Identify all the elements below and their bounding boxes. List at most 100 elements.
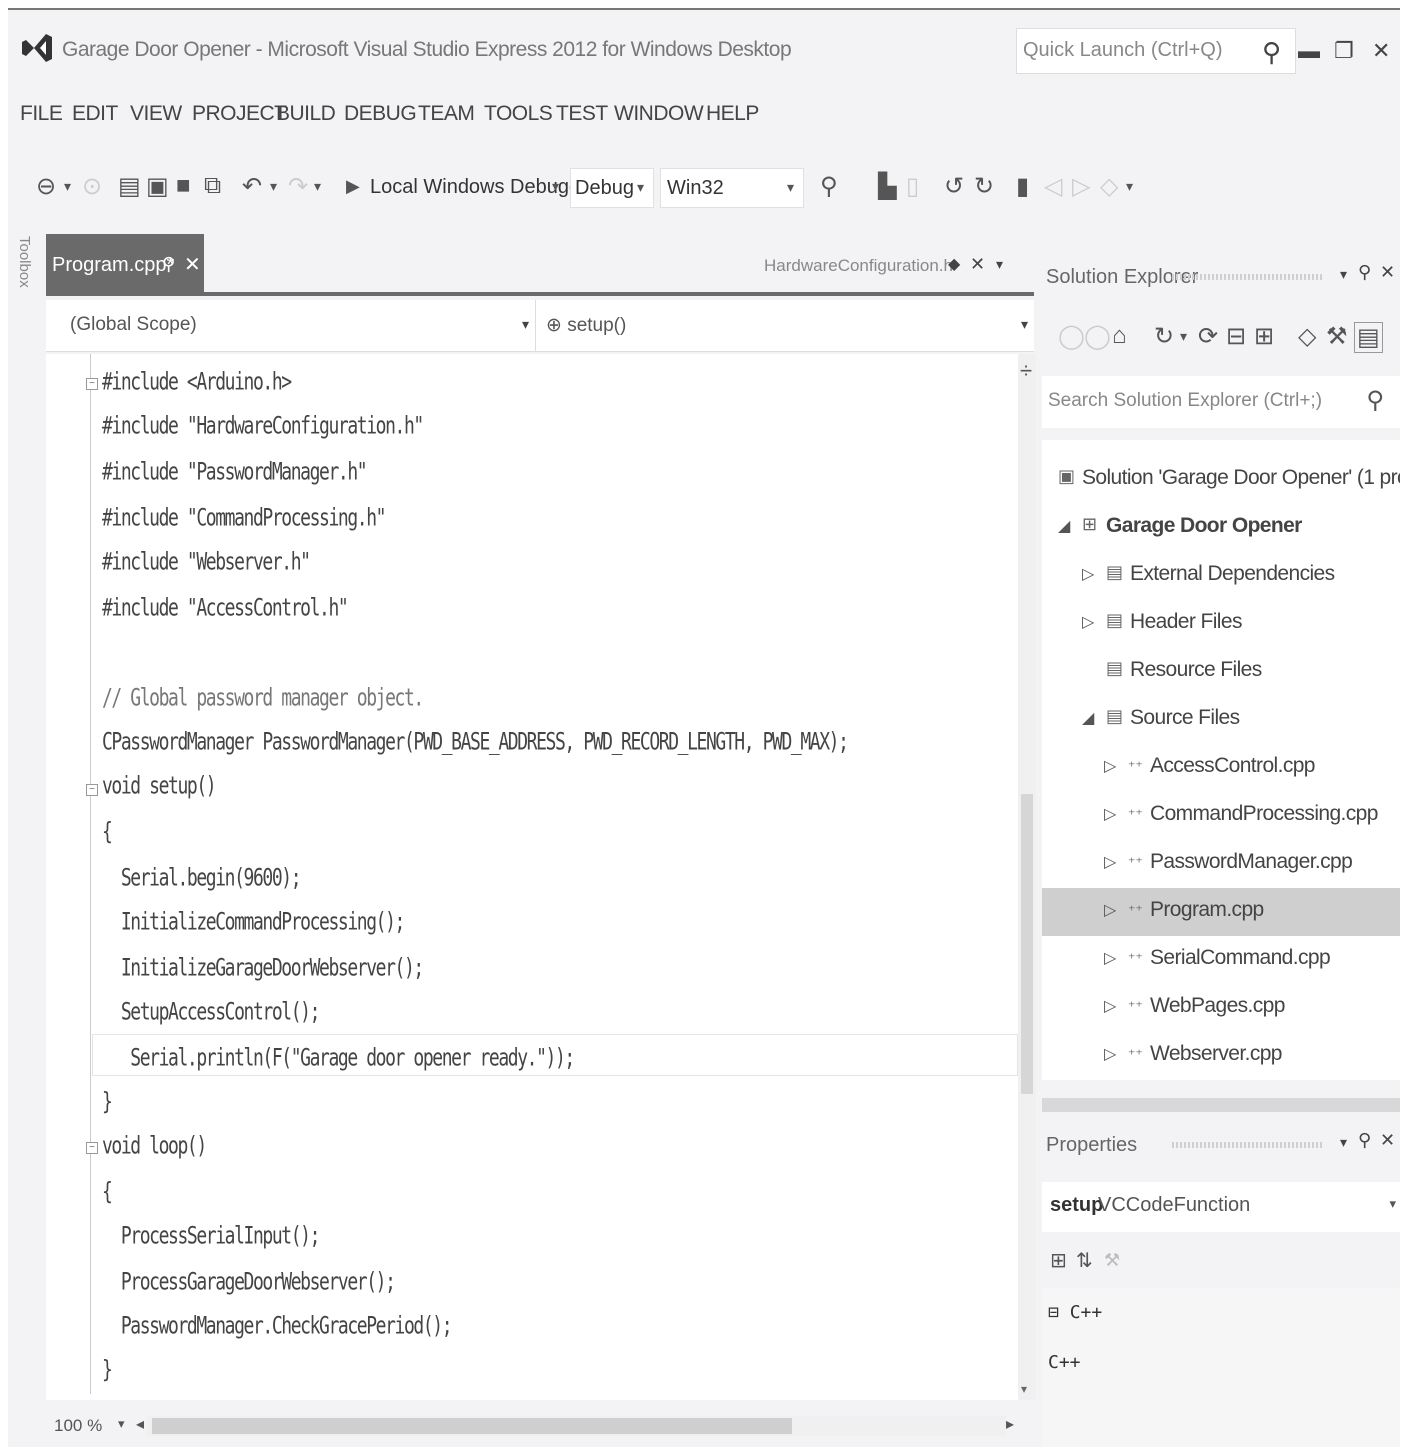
find-in-files-icon[interactable]: ⚲ — [820, 172, 838, 201]
tree-item-file[interactable]: ▷ ⁺⁺ WebPages.cpp — [1042, 984, 1400, 1032]
close-icon[interactable]: ✕ — [184, 252, 201, 277]
expanded-arrow-icon[interactable]: ◢ — [1082, 708, 1094, 728]
sync-icon[interactable]: ↻ — [1154, 322, 1174, 351]
collapsed-arrow-icon[interactable]: ▷ — [1082, 612, 1094, 632]
member-dropdown[interactable]: ⊕ setup() ▾ — [538, 300, 1034, 352]
tree-item-file-selected[interactable]: ▷ ⁺⁺ Program.cpp — [1042, 888, 1400, 936]
alphabetical-icon[interactable]: ⇅ — [1076, 1248, 1093, 1273]
tree-item-file[interactable]: ▷ ⁺⁺ PasswordManager.cpp — [1042, 840, 1400, 888]
pin-icon[interactable]: ◆ — [948, 254, 960, 274]
undo-dropdown-icon[interactable]: ▾ — [270, 178, 277, 195]
start-debugging-icon[interactable]: ▶ — [346, 176, 360, 197]
expanded-arrow-icon[interactable]: ◢ — [1058, 516, 1070, 536]
collapsed-arrow-icon[interactable]: ▷ — [1104, 756, 1116, 776]
show-all-files-icon[interactable]: ⊞ — [1254, 322, 1274, 351]
collapse-toggle[interactable]: − — [86, 378, 98, 390]
solution-configurations-icon[interactable]: ▙ — [878, 172, 896, 201]
clear-bookmarks-icon[interactable]: ◇ — [1100, 172, 1118, 201]
chevron-down-icon[interactable]: ▾ — [1340, 1134, 1347, 1151]
collapse-toggle[interactable]: − — [86, 784, 98, 796]
collapsed-arrow-icon[interactable]: ▷ — [1104, 804, 1116, 824]
tree-item-external-dependencies[interactable]: ▷ ▤ External Dependencies — [1042, 552, 1400, 600]
tree-item-file[interactable]: ▷ ⁺⁺ AccessControl.cpp — [1042, 744, 1400, 792]
code-editor[interactable]: − − − #include <Arduino.h> #include "Har… — [46, 354, 1018, 1400]
tree-item-project[interactable]: ◢ ⊞ Garage Door Opener — [1042, 504, 1400, 552]
tree-item-source-files[interactable]: ◢ ▤ Source Files — [1042, 696, 1400, 744]
back-navigate-icon[interactable]: ⊖ — [36, 172, 56, 201]
chevron-down-icon[interactable]: ▾ — [1180, 328, 1187, 345]
tree-item-file[interactable]: ▷ ⁺⁺ Webserver.cpp — [1042, 1032, 1400, 1080]
open-file-icon[interactable]: ▣ — [146, 172, 169, 201]
redo-icon[interactable]: ↷ — [288, 172, 308, 201]
collapsed-arrow-icon[interactable]: ▷ — [1104, 900, 1116, 920]
refresh-icon[interactable]: ⟳ — [1198, 322, 1218, 351]
menu-file[interactable]: FILE — [20, 102, 63, 126]
save-all-icon[interactable]: ⧉ — [204, 172, 221, 200]
pin-icon[interactable]: ⚲ — [1358, 1130, 1371, 1151]
tab-hardware-configuration-h[interactable]: HardwareConfiguration.h ◆ ✕ ▾ — [764, 234, 1034, 292]
menu-view[interactable]: VIEW — [130, 102, 182, 126]
scope-dropdown[interactable]: (Global Scope) ▾ — [46, 300, 536, 352]
menu-debug[interactable]: DEBUG — [344, 102, 417, 126]
new-project-icon[interactable]: ▤ — [118, 172, 141, 201]
scrollbar-thumb[interactable] — [152, 1418, 792, 1434]
tree-item-header-files[interactable]: ▷ ▤ Header Files — [1042, 600, 1400, 648]
forward-navigate-icon[interactable]: ⊙ — [82, 172, 102, 201]
menu-project[interactable]: PROJECT — [192, 102, 287, 126]
back-icon[interactable]: ◯ — [1058, 322, 1085, 351]
menu-test[interactable]: TEST — [556, 102, 608, 126]
configuration-select[interactable]: Debug ▾ — [570, 168, 654, 208]
scroll-right-icon[interactable]: ▸ — [1006, 1414, 1014, 1434]
menu-edit[interactable]: EDIT — [72, 102, 118, 126]
menu-window[interactable]: WINDOW — [614, 102, 704, 126]
next-bookmark-icon[interactable]: ▷ — [1072, 172, 1090, 201]
menu-build[interactable]: BUILD — [276, 102, 336, 126]
splitter-icon[interactable]: ÷ — [1020, 358, 1032, 384]
back-dropdown-icon[interactable]: ▾ — [64, 178, 71, 195]
collapse-toggle[interactable]: − — [86, 1142, 98, 1154]
comment-icon[interactable]: ↺ — [944, 172, 964, 201]
toggle-bookmark-icon[interactable]: ▮ — [1016, 172, 1029, 201]
search-icon[interactable]: ⚲ — [1366, 386, 1384, 415]
zoom-level[interactable]: 100 % — [54, 1416, 102, 1436]
scrollbar-thumb[interactable] — [1021, 794, 1033, 1094]
scroll-left-icon[interactable]: ◂ — [136, 1414, 144, 1434]
tab-list-dropdown-icon[interactable]: ▾ — [996, 256, 1003, 273]
bookmark-icon[interactable]: ▯ — [906, 172, 919, 201]
vertical-scrollbar[interactable]: ÷ ▾ — [1018, 354, 1036, 1400]
toolbox-tab[interactable]: Toolbox — [16, 236, 42, 366]
tree-item-resource-files[interactable]: ▤ Resource Files — [1042, 648, 1400, 696]
preview-icon[interactable]: ▤ — [1354, 322, 1383, 353]
property-row[interactable]: C++ — [1048, 1352, 1081, 1373]
minimize-icon[interactable]: ▬ — [1298, 38, 1320, 64]
categorized-icon[interactable]: ⊞ — [1050, 1248, 1067, 1273]
property-category[interactable]: ⊟ C++ — [1048, 1302, 1102, 1323]
property-pages-icon[interactable]: ⚒ — [1104, 1250, 1120, 1271]
previous-bookmark-icon[interactable]: ◁ — [1044, 172, 1062, 201]
maximize-icon[interactable]: ❐ — [1334, 38, 1354, 64]
save-icon[interactable]: ■ — [176, 172, 191, 200]
chevron-down-icon[interactable]: ▾ — [1340, 266, 1347, 283]
tree-item-solution[interactable]: ▣ Solution 'Garage Door Opener' (1 proje… — [1042, 456, 1400, 504]
object-selector[interactable]: setup VCCodeFunction ▾ — [1042, 1182, 1400, 1232]
undo-icon[interactable]: ↶ — [242, 172, 262, 201]
menu-help[interactable]: HELP — [706, 102, 759, 126]
redo-dropdown-icon[interactable]: ▾ — [314, 178, 321, 195]
quick-launch-input[interactable]: Quick Launch (Ctrl+Q) ⚲ — [1016, 28, 1296, 74]
close-icon[interactable]: ✕ — [1372, 38, 1390, 64]
properties-icon[interactable]: ⚒ — [1326, 322, 1348, 351]
view-code-icon[interactable]: ◇ — [1298, 322, 1316, 351]
platform-select[interactable]: Win32 ▾ — [660, 168, 804, 208]
debugger-button[interactable]: Local Windows Debugger — [370, 176, 598, 199]
pin-icon[interactable]: ⚲ — [162, 254, 175, 275]
close-icon[interactable]: ✕ — [1380, 1130, 1395, 1151]
uncomment-icon[interactable]: ↻ — [974, 172, 994, 201]
solution-explorer-search[interactable]: Search Solution Explorer (Ctrl+;) ⚲ — [1042, 376, 1400, 428]
forward-icon[interactable]: ◯ — [1084, 322, 1111, 351]
horizontal-scrollbar[interactable] — [146, 1416, 1006, 1436]
pin-icon[interactable]: ⚲ — [1358, 262, 1371, 283]
collapsed-arrow-icon[interactable]: ▷ — [1104, 996, 1116, 1016]
menu-team[interactable]: TEAM — [418, 102, 475, 126]
tab-program-cpp[interactable]: Program.cpp* ⚲ ✕ — [46, 234, 204, 292]
tree-item-file[interactable]: ▷ ⁺⁺ CommandProcessing.cpp — [1042, 792, 1400, 840]
